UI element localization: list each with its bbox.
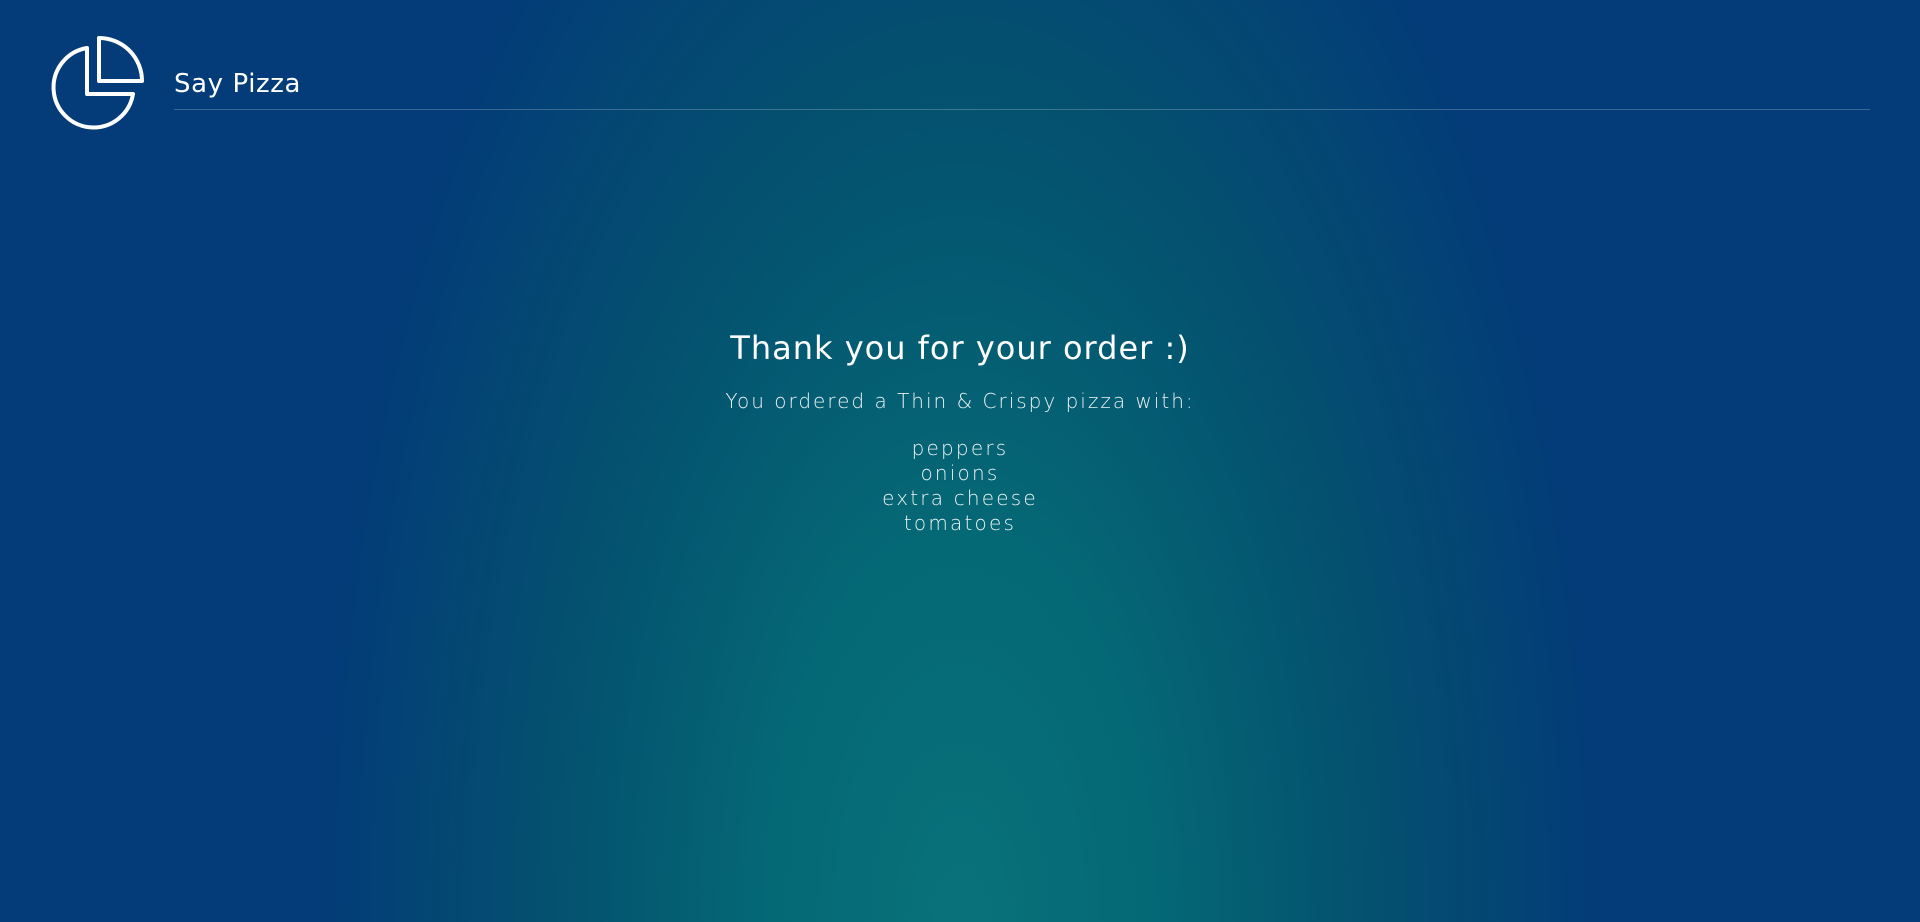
topping-item: peppers: [911, 436, 1009, 460]
topping-item: onions: [920, 461, 1000, 485]
brand-name[interactable]: Say Pizza: [174, 66, 301, 102]
topping-item: tomatoes: [903, 511, 1017, 535]
header-divider: [174, 109, 1870, 110]
pie-chart-icon[interactable]: [46, 36, 144, 134]
order-confirmation: Thank you for your order :) You ordered …: [0, 324, 1920, 536]
order-summary: You ordered a Thin & Crispy pizza with:: [725, 389, 1195, 413]
toppings-list: peppers onions extra cheese tomatoes: [0, 436, 1920, 536]
confirmation-title: Thank you for your order :): [730, 329, 1190, 367]
topping-item: extra cheese: [882, 486, 1038, 510]
site-header: Say Pizza: [0, 0, 1920, 140]
